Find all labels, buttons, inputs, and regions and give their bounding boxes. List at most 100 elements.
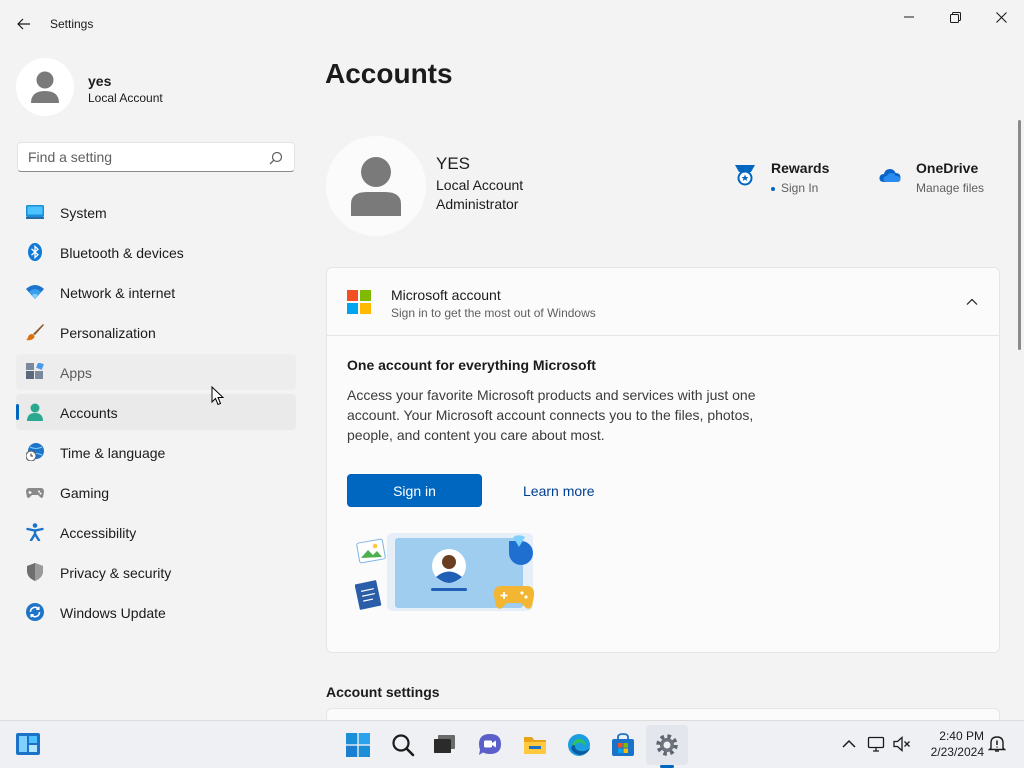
widgets-icon[interactable] (16, 732, 40, 756)
onedrive-link[interactable]: OneDrive Manage files (879, 158, 999, 202)
task-view-icon[interactable] (433, 733, 457, 757)
rewards-link[interactable]: Rewards Sign In (734, 158, 854, 202)
sidebar-item-label: Accounts (60, 405, 118, 421)
chat-icon[interactable] (478, 733, 502, 757)
user-display-name: YES (436, 154, 471, 173)
restore-icon (949, 11, 961, 23)
wifi-icon (26, 285, 44, 299)
arrow-left-icon (17, 18, 30, 30)
rewards-status: Sign In (771, 181, 818, 195)
close-button[interactable] (986, 6, 1016, 28)
profile-account-type: Local Account (88, 91, 163, 105)
search-input[interactable] (18, 143, 258, 171)
status-dot (771, 186, 775, 191)
sidebar-item-time-language[interactable]: Time & language (16, 434, 296, 470)
microsoft-account-card-header[interactable]: Microsoft account Sign in to get the mos… (327, 268, 999, 336)
clock-date: 2/23/2024 (930, 745, 984, 759)
minimize-icon (904, 16, 914, 18)
globe-clock-icon (26, 443, 44, 461)
person-avatar-icon (351, 157, 401, 216)
speaker-muted-icon[interactable] (893, 735, 911, 753)
edge-icon[interactable] (567, 733, 591, 757)
learn-more-link[interactable]: Learn more (523, 483, 595, 499)
sidebar-item-apps[interactable]: Apps (16, 354, 296, 390)
promo-title: One account for everything Microsoft (347, 357, 596, 373)
taskbar-clock[interactable]: 2:40 PM 2/23/2024 (920, 728, 984, 760)
sidebar-item-label: Gaming (60, 485, 110, 501)
search-icon[interactable] (391, 733, 415, 757)
avatar (16, 58, 74, 116)
search-icon[interactable] (269, 151, 283, 165)
minimize-button[interactable] (894, 6, 924, 28)
settings-icon[interactable] (655, 733, 679, 757)
chevron-up-icon[interactable] (965, 295, 979, 309)
rewards-medal-icon (735, 165, 755, 186)
user-account-type: Local Account (436, 177, 524, 193)
clock-time: 2:40 PM (939, 729, 984, 743)
profile-name: yes (88, 73, 112, 89)
sidebar-nav: System Bluetooth & devices Network & int… (16, 194, 296, 634)
sidebar-item-label: Bluetooth & devices (60, 245, 184, 261)
sidebar-item-accessibility[interactable]: Accessibility (16, 514, 296, 550)
sidebar-item-personalization[interactable]: Personalization (16, 314, 296, 350)
sidebar-item-label: Personalization (60, 325, 156, 341)
mouse-cursor-icon (211, 386, 225, 406)
account-settings-heading: Account settings (326, 684, 440, 700)
main-scrollbar[interactable] (1018, 120, 1021, 350)
sign-in-button[interactable]: Sign in (347, 474, 482, 507)
monitor-icon (26, 205, 44, 219)
card-subtitle: Sign in to get the most out of Windows (391, 306, 596, 320)
sidebar-item-label: Windows Update (60, 605, 166, 621)
sidebar-item-label: Time & language (60, 445, 166, 461)
app-title: Settings (50, 17, 94, 31)
sidebar-item-label: Network & internet (60, 285, 176, 301)
accessibility-icon (26, 523, 44, 541)
update-icon (26, 603, 44, 621)
apps-icon (26, 363, 44, 379)
search-box[interactable] (17, 142, 295, 172)
sidebar-item-label: Accessibility (60, 525, 137, 541)
avatar (326, 136, 426, 236)
notification-bell-icon[interactable] (988, 735, 1006, 753)
sidebar-item-system[interactable]: System (16, 194, 296, 230)
user-role: Administrator (436, 196, 519, 212)
close-icon (995, 11, 1007, 23)
chevron-up-icon[interactable] (840, 735, 858, 753)
onedrive-subtitle: Manage files (916, 181, 985, 195)
rewards-status-text: Sign In (781, 181, 819, 195)
microsoft-account-card: Microsoft account Sign in to get the mos… (326, 267, 1000, 653)
promo-body: Access your favorite Microsoft products … (347, 387, 756, 443)
microsoft-account-illustration-icon (355, 533, 535, 611)
bluetooth-icon (28, 243, 42, 261)
sidebar-profile[interactable]: yes Local Account (16, 56, 296, 118)
gamepad-icon (26, 488, 44, 498)
sidebar-item-privacy-security[interactable]: Privacy & security (16, 554, 296, 590)
shield-icon (27, 563, 43, 581)
file-explorer-icon[interactable] (523, 733, 547, 757)
sidebar-item-windows-update[interactable]: Windows Update (16, 594, 296, 630)
sidebar-item-accounts[interactable]: Accounts (16, 394, 296, 430)
network-monitor-icon[interactable] (867, 735, 885, 753)
onedrive-title: OneDrive (916, 160, 979, 176)
sidebar-item-bluetooth[interactable]: Bluetooth & devices (16, 234, 296, 270)
brush-icon (26, 324, 44, 341)
microsoft-logo-icon (347, 290, 371, 314)
back-button[interactable] (14, 14, 34, 34)
restore-button[interactable] (940, 6, 970, 28)
onedrive-cloud-icon (879, 169, 901, 182)
card-title: Microsoft account (391, 287, 501, 303)
sidebar-item-network[interactable]: Network & internet (16, 274, 296, 310)
sidebar-item-label: System (60, 205, 107, 221)
rewards-title: Rewards (771, 160, 830, 176)
page-title: Accounts (325, 58, 453, 89)
person-icon (27, 403, 43, 421)
sidebar-item-label: Apps (60, 365, 92, 381)
taskbar: 2:40 PM 2/23/2024 (0, 720, 1024, 768)
start-icon[interactable] (346, 733, 370, 757)
person-avatar-icon (31, 71, 59, 103)
sidebar-item-gaming[interactable]: Gaming (16, 474, 296, 510)
sidebar-item-label: Privacy & security (60, 565, 172, 581)
user-hero: YES Local Account Administrator (326, 136, 646, 240)
title-bar: Settings (0, 0, 1024, 48)
store-icon[interactable] (611, 733, 635, 757)
